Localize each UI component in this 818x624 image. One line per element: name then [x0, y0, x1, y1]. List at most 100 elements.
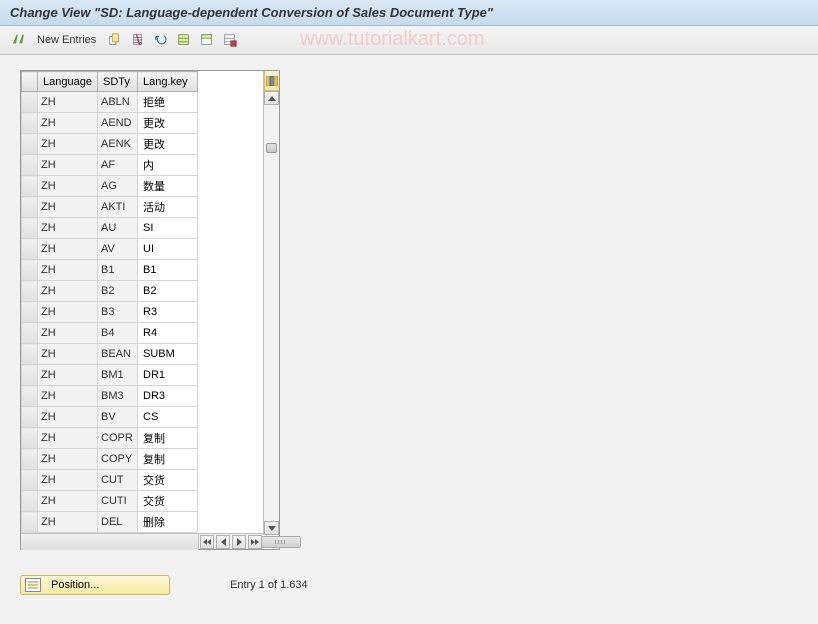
table-row: ZHDEL [22, 512, 198, 533]
langkey-input[interactable] [141, 515, 194, 529]
cell-langkey[interactable] [138, 344, 198, 365]
cell-sdty: DEL [98, 512, 138, 533]
row-selector[interactable] [22, 512, 38, 533]
content-area: Language SDTy Lang.key ZHABLNZHAENDZHAEN… [0, 55, 818, 560]
cell-langkey[interactable] [138, 512, 198, 533]
scroll-first-button[interactable] [200, 535, 214, 549]
row-selector[interactable] [22, 470, 38, 491]
cell-langkey[interactable] [138, 239, 198, 260]
copy-icon[interactable] [105, 30, 125, 50]
row-selector[interactable] [22, 386, 38, 407]
langkey-input[interactable] [141, 116, 194, 130]
row-selector[interactable] [22, 365, 38, 386]
scroll-left-button[interactable] [216, 535, 230, 549]
row-selector[interactable] [22, 323, 38, 344]
scroll-last-button[interactable] [248, 535, 262, 549]
col-header-language[interactable]: Language [38, 72, 98, 92]
cell-langkey[interactable] [138, 134, 198, 155]
row-selector[interactable] [22, 239, 38, 260]
cell-sdty: COPY [98, 449, 138, 470]
rowselector-header[interactable] [22, 72, 38, 92]
cell-sdty: CUT [98, 470, 138, 491]
select-all-icon[interactable] [174, 30, 194, 50]
new-entries-button[interactable]: New Entries [31, 32, 102, 48]
langkey-input[interactable] [141, 326, 194, 340]
cell-langkey[interactable] [138, 302, 198, 323]
langkey-input[interactable] [141, 284, 194, 298]
page-title: Change View "SD: Language-dependent Conv… [10, 5, 493, 20]
langkey-input[interactable] [141, 137, 194, 151]
vscroll-thumb[interactable] [266, 143, 277, 153]
row-selector[interactable] [22, 197, 38, 218]
cell-langkey[interactable] [138, 197, 198, 218]
scroll-down-button[interactable] [264, 521, 279, 535]
row-selector[interactable] [22, 113, 38, 134]
cell-langkey[interactable] [138, 386, 198, 407]
cell-langkey[interactable] [138, 407, 198, 428]
langkey-input[interactable] [141, 368, 194, 382]
scroll-right-button[interactable] [232, 535, 246, 549]
cell-language: ZH [38, 491, 98, 512]
position-button[interactable]: Position... [20, 575, 170, 595]
row-selector[interactable] [22, 92, 38, 113]
row-selector[interactable] [22, 344, 38, 365]
cell-language: ZH [38, 197, 98, 218]
hscroll-thumb[interactable] [261, 536, 301, 548]
langkey-input[interactable] [141, 410, 194, 424]
langkey-input[interactable] [141, 452, 194, 466]
cell-langkey[interactable] [138, 323, 198, 344]
row-selector[interactable] [22, 218, 38, 239]
row-selector[interactable] [22, 428, 38, 449]
row-selector[interactable] [22, 491, 38, 512]
row-selector[interactable] [22, 281, 38, 302]
langkey-input[interactable] [141, 158, 194, 172]
table-row: ZHBM3 [22, 386, 198, 407]
cell-sdty: AV [98, 239, 138, 260]
undo-icon[interactable] [151, 30, 171, 50]
langkey-input[interactable] [141, 347, 194, 361]
cell-langkey[interactable] [138, 449, 198, 470]
delete-icon[interactable] [128, 30, 148, 50]
cell-language: ZH [38, 239, 98, 260]
scroll-up-button[interactable] [264, 91, 279, 105]
cell-langkey[interactable] [138, 470, 198, 491]
cell-language: ZH [38, 512, 98, 533]
row-selector[interactable] [22, 449, 38, 470]
configure-columns-icon[interactable] [264, 71, 279, 91]
deselect-all-icon[interactable] [220, 30, 240, 50]
cell-langkey[interactable] [138, 176, 198, 197]
langkey-input[interactable] [141, 263, 194, 277]
langkey-input[interactable] [141, 431, 194, 445]
langkey-input[interactable] [141, 305, 194, 319]
row-selector[interactable] [22, 407, 38, 428]
langkey-input[interactable] [141, 242, 194, 256]
cell-langkey[interactable] [138, 113, 198, 134]
langkey-input[interactable] [141, 221, 194, 235]
cell-langkey[interactable] [138, 281, 198, 302]
cell-langkey[interactable] [138, 491, 198, 512]
cell-langkey[interactable] [138, 155, 198, 176]
toggle-icon[interactable] [8, 30, 28, 50]
cell-langkey[interactable] [138, 92, 198, 113]
langkey-input[interactable] [141, 494, 194, 508]
langkey-input[interactable] [141, 200, 194, 214]
cell-language: ZH [38, 155, 98, 176]
select-block-icon[interactable] [197, 30, 217, 50]
langkey-input[interactable] [141, 473, 194, 487]
row-selector[interactable] [22, 260, 38, 281]
row-selector[interactable] [22, 302, 38, 323]
vscroll-track[interactable] [264, 105, 279, 521]
col-header-sdty[interactable]: SDTy [98, 72, 138, 92]
langkey-input[interactable] [141, 95, 194, 109]
row-selector[interactable] [22, 155, 38, 176]
cell-langkey[interactable] [138, 260, 198, 281]
row-selector[interactable] [22, 176, 38, 197]
cell-langkey[interactable] [138, 428, 198, 449]
langkey-input[interactable] [141, 389, 194, 403]
row-selector[interactable] [22, 134, 38, 155]
cell-language: ZH [38, 428, 98, 449]
col-header-langkey[interactable]: Lang.key [138, 72, 198, 92]
cell-langkey[interactable] [138, 365, 198, 386]
cell-langkey[interactable] [138, 218, 198, 239]
langkey-input[interactable] [141, 179, 194, 193]
